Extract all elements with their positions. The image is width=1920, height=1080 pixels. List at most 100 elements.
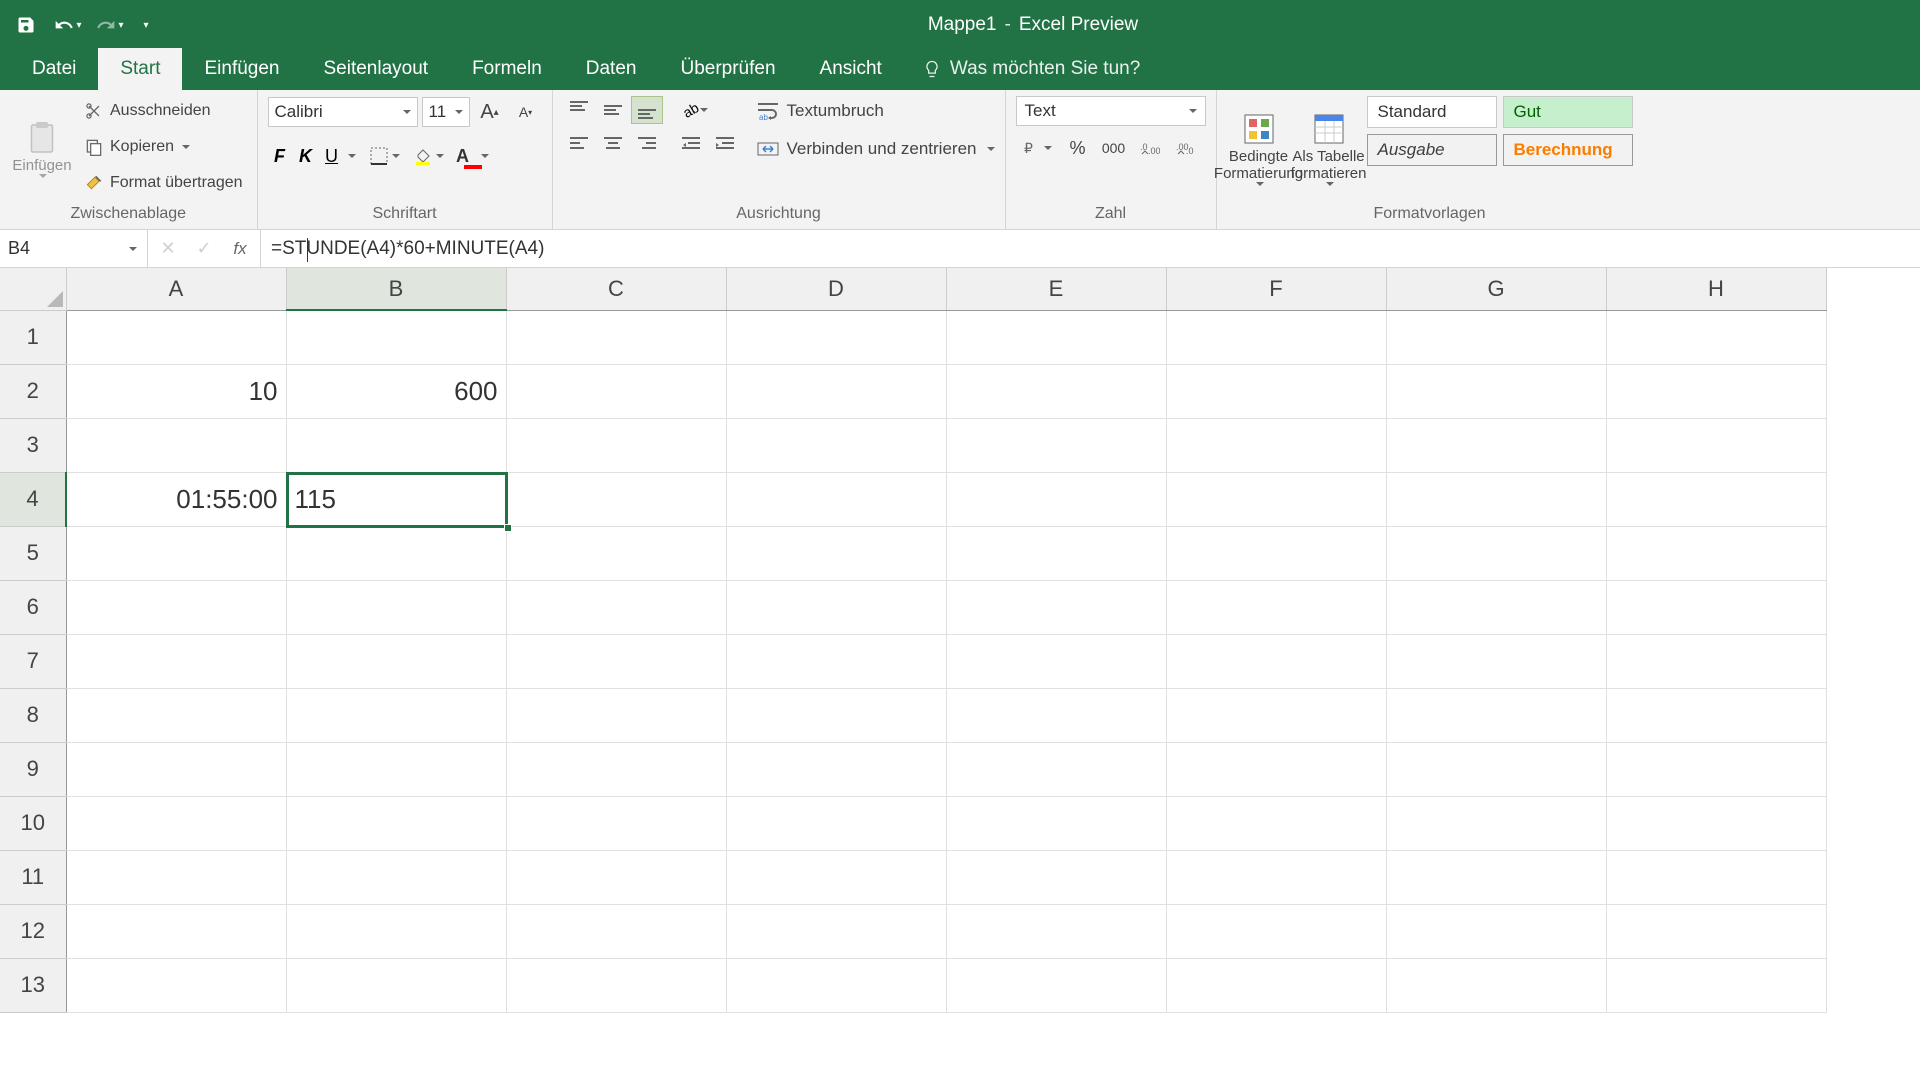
cell-e9[interactable] xyxy=(946,742,1166,796)
cell-e12[interactable] xyxy=(946,904,1166,958)
cell-b2[interactable]: 600 xyxy=(286,364,506,418)
cell-c10[interactable] xyxy=(506,796,726,850)
cell-style-standard[interactable]: Standard xyxy=(1367,96,1497,128)
row-header-7[interactable]: 7 xyxy=(0,634,66,688)
paste-dropdown-icon[interactable] xyxy=(39,174,47,178)
cell-d11[interactable] xyxy=(726,850,946,904)
cell-b13[interactable] xyxy=(286,958,506,1012)
borders-button[interactable] xyxy=(364,140,406,172)
cell-c4[interactable] xyxy=(506,472,726,526)
cell-c9[interactable] xyxy=(506,742,726,796)
col-header-a[interactable]: A xyxy=(66,268,286,310)
conditional-format-button[interactable]: Bedingte Formatierung xyxy=(1227,96,1291,201)
cell-b4[interactable]: 115 xyxy=(286,472,506,526)
format-painter-button[interactable]: Format übertragen xyxy=(80,168,247,198)
tab-start[interactable]: Start xyxy=(98,48,182,90)
cell-e11[interactable] xyxy=(946,850,1166,904)
col-header-d[interactable]: D xyxy=(726,268,946,310)
row-header-4[interactable]: 4 xyxy=(0,472,66,526)
italic-button[interactable]: K xyxy=(294,146,318,167)
cell-b11[interactable] xyxy=(286,850,506,904)
cell-a1[interactable] xyxy=(66,310,286,364)
row-header-3[interactable]: 3 xyxy=(0,418,66,472)
decrease-decimal-button[interactable]: .00.0 xyxy=(1170,132,1202,164)
decrease-indent-button[interactable] xyxy=(675,130,707,158)
cell-style-ausgabe[interactable]: Ausgabe xyxy=(1367,134,1497,166)
cell-d13[interactable] xyxy=(726,958,946,1012)
cell-f4[interactable] xyxy=(1166,472,1386,526)
cell-d3[interactable] xyxy=(726,418,946,472)
cell-b10[interactable] xyxy=(286,796,506,850)
cell-f6[interactable] xyxy=(1166,580,1386,634)
increase-decimal-button[interactable]: .0.00 xyxy=(1134,132,1166,164)
cell-f7[interactable] xyxy=(1166,634,1386,688)
col-header-e[interactable]: E xyxy=(946,268,1166,310)
cell-g5[interactable] xyxy=(1386,526,1606,580)
font-size-select[interactable]: 11 xyxy=(422,97,470,127)
tab-datei[interactable]: Datei xyxy=(10,48,98,90)
cell-g11[interactable] xyxy=(1386,850,1606,904)
cell-e2[interactable] xyxy=(946,364,1166,418)
align-bottom-button[interactable] xyxy=(631,96,663,124)
cell-d4[interactable] xyxy=(726,472,946,526)
font-color-button[interactable]: A xyxy=(452,140,494,172)
copy-button[interactable]: Kopieren xyxy=(80,132,247,162)
cell-a8[interactable] xyxy=(66,688,286,742)
cell-b6[interactable] xyxy=(286,580,506,634)
accounting-format-button[interactable]: ₽ xyxy=(1016,132,1058,164)
align-center-button[interactable] xyxy=(597,130,629,158)
name-box[interactable]: B4 xyxy=(0,230,148,267)
cell-h11[interactable] xyxy=(1606,850,1826,904)
cell-e4[interactable] xyxy=(946,472,1166,526)
cell-g3[interactable] xyxy=(1386,418,1606,472)
cell-g2[interactable] xyxy=(1386,364,1606,418)
comma-style-button[interactable]: 000 xyxy=(1098,132,1130,164)
cell-b9[interactable] xyxy=(286,742,506,796)
cell-b1[interactable] xyxy=(286,310,506,364)
cell-f13[interactable] xyxy=(1166,958,1386,1012)
grow-font-button[interactable]: A▴ xyxy=(474,96,506,128)
tab-formeln[interactable]: Formeln xyxy=(450,48,564,90)
cell-e7[interactable] xyxy=(946,634,1166,688)
cell-d8[interactable] xyxy=(726,688,946,742)
copy-dropdown-icon[interactable] xyxy=(182,145,190,149)
cell-a3[interactable] xyxy=(66,418,286,472)
formula-enter-button[interactable]: ✓ xyxy=(192,237,216,261)
cell-g10[interactable] xyxy=(1386,796,1606,850)
row-header-6[interactable]: 6 xyxy=(0,580,66,634)
tab-ansicht[interactable]: Ansicht xyxy=(798,48,904,90)
cell-g9[interactable] xyxy=(1386,742,1606,796)
align-right-button[interactable] xyxy=(631,130,663,158)
cell-a4[interactable]: 01:55:00 xyxy=(66,472,286,526)
row-header-10[interactable]: 10 xyxy=(0,796,66,850)
cell-b7[interactable] xyxy=(286,634,506,688)
row-header-13[interactable]: 13 xyxy=(0,958,66,1012)
cut-button[interactable]: Ausschneiden xyxy=(80,96,247,126)
cell-a10[interactable] xyxy=(66,796,286,850)
cell-h3[interactable] xyxy=(1606,418,1826,472)
cell-h8[interactable] xyxy=(1606,688,1826,742)
qat-customize-button[interactable]: ▾ xyxy=(136,9,156,41)
cell-b8[interactable] xyxy=(286,688,506,742)
cell-e6[interactable] xyxy=(946,580,1166,634)
cell-c8[interactable] xyxy=(506,688,726,742)
cell-b12[interactable] xyxy=(286,904,506,958)
cell-d1[interactable] xyxy=(726,310,946,364)
fill-color-button[interactable] xyxy=(408,140,450,172)
spreadsheet-grid[interactable]: A B C D E F G H 1 210600 3 401:55:00115 … xyxy=(0,268,1920,1013)
cell-c2[interactable] xyxy=(506,364,726,418)
align-middle-button[interactable] xyxy=(597,96,629,124)
cell-a2[interactable]: 10 xyxy=(66,364,286,418)
cell-h12[interactable] xyxy=(1606,904,1826,958)
row-header-11[interactable]: 11 xyxy=(0,850,66,904)
wrap-text-button[interactable]: ab Textumbruch xyxy=(757,96,995,126)
insert-function-button[interactable]: fx xyxy=(228,237,252,261)
cell-d5[interactable] xyxy=(726,526,946,580)
cell-h9[interactable] xyxy=(1606,742,1826,796)
redo-button[interactable]: ▾ xyxy=(94,9,126,41)
col-header-b[interactable]: B xyxy=(286,268,506,310)
shrink-font-button[interactable]: A▾ xyxy=(510,96,542,128)
cell-c7[interactable] xyxy=(506,634,726,688)
cell-f8[interactable] xyxy=(1166,688,1386,742)
cell-c6[interactable] xyxy=(506,580,726,634)
